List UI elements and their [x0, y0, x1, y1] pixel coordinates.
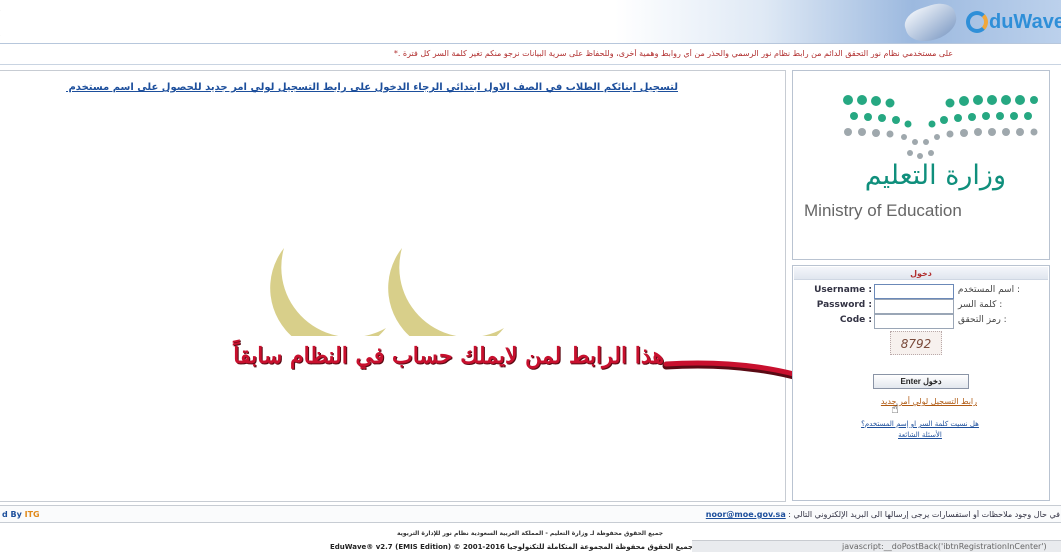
ministry-arabic-name: وزارة التعليم — [864, 160, 1006, 191]
eduwave-logo: duWave — [966, 7, 1061, 37]
password-row: Password : : كلمة السر — [808, 299, 1048, 314]
header-divider — [0, 64, 1061, 65]
password-label-ar: : كلمة السر — [958, 300, 1003, 310]
username-input[interactable] — [874, 284, 954, 299]
eduwave-logo-text: duWave — [989, 10, 1061, 33]
annotation-text: هذا الرابط لمن لايملك حساب في النظام ساب… — [233, 343, 664, 369]
ministry-dots-icon — [843, 95, 1038, 159]
copyright-line-2: EduWave® v2.7 (EMIS Edition) © 2001-2016… — [330, 543, 694, 551]
contact-email-link[interactable]: noor@moe.gov.sa — [706, 510, 786, 519]
header-bar: duWave — [0, 0, 1061, 48]
username-label-ar: : اسم المستخدم — [957, 285, 1020, 295]
captcha-image: 8792 — [890, 331, 942, 355]
login-title: دخول — [794, 267, 1048, 280]
crescent-right-icon — [388, 248, 504, 336]
contact-info: في حال وجود ملاحظات أو استفسارات يرجى إر… — [700, 510, 1060, 519]
developed-by-prefix: d By — [2, 510, 22, 519]
footer-bar: d By ITG في حال وجود ملاحظات أو استفسارا… — [0, 505, 1061, 523]
code-label-ar: : رمز التحقق — [958, 315, 1007, 325]
eduwave-logo-icon — [966, 11, 988, 33]
crescent-left-icon — [270, 248, 386, 336]
first-grade-registration-link[interactable]: لتسجيل ابنائكم الطلاب في الصف الاول ابتد… — [66, 82, 678, 93]
forgot-password-link[interactable]: هل نسيت كلمة السر او إسم المستخدم؟ — [861, 420, 979, 428]
help-links: هل نسيت كلمة السر او إسم المستخدم؟ الأسئ… — [845, 419, 995, 441]
username-label: Username : — [814, 285, 872, 295]
login-button[interactable]: Enter دخول — [873, 374, 969, 389]
header-swoosh — [0, 10, 8, 36]
developed-by: d By ITG — [2, 510, 40, 519]
code-input[interactable] — [874, 314, 954, 329]
contact-text: في حال وجود ملاحظات أو استفسارات يرجى إر… — [788, 510, 1060, 519]
developer-name: ITG — [24, 510, 40, 519]
faq-link[interactable]: الأسئلة الشائعة — [898, 431, 942, 439]
security-notice: على مستخدمي نظام نور التحقق الدائم من را… — [393, 49, 953, 58]
browser-status-bar: javascript:__doPostBack('ibtnRegistratio… — [692, 540, 1061, 552]
username-row: Username : : اسم المستخدم — [808, 284, 1048, 299]
copyright-line-1: جميع الحقوق محفوظة لـ وزارة التعليم - ال… — [396, 530, 664, 537]
password-input[interactable] — [874, 299, 954, 314]
ministry-logo: وزارة التعليم Ministry of Education — [800, 90, 1040, 230]
new-guardian-registration-link[interactable]: رابط التسجيل لولي أمر جديد — [862, 397, 977, 406]
hand-cursor-icon: ☝ — [891, 402, 899, 417]
header-pen-graphic — [901, 0, 961, 48]
password-label: Password : — [816, 300, 872, 310]
code-row: Code : : رمز التحقق — [808, 314, 1048, 329]
code-label: Code : — [839, 315, 872, 325]
ministry-english-name: Ministry of Education — [804, 201, 962, 220]
